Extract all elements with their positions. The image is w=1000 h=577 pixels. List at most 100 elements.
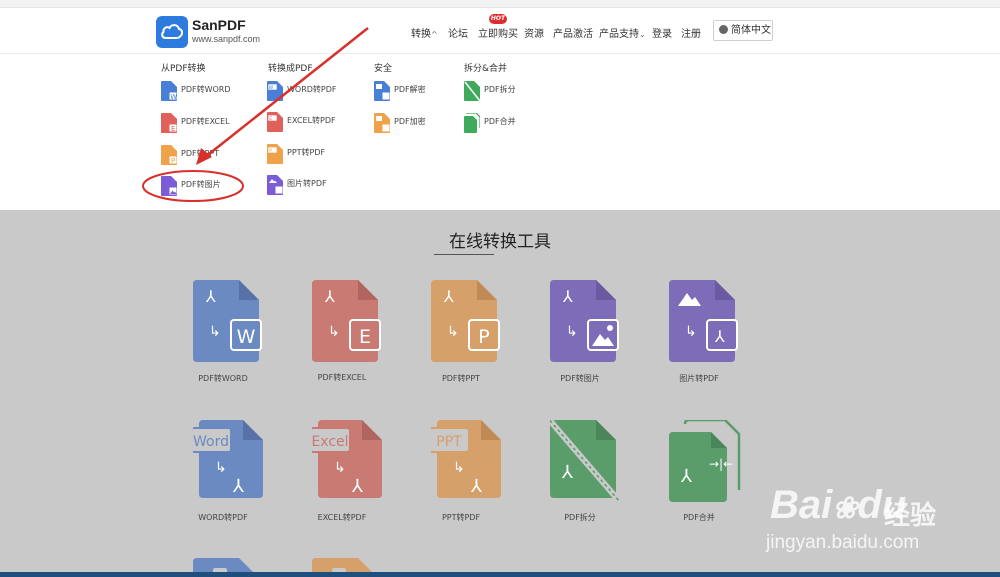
- paw-icon: ❀: [832, 492, 858, 525]
- unlock-icon: [374, 81, 390, 101]
- hot-badge: HOT: [489, 14, 507, 24]
- ppt-to-pdf-icon: P: [267, 144, 283, 164]
- tool-label: PDF拆分: [564, 513, 596, 522]
- nav-support[interactable]: 产品支持⌄: [599, 25, 646, 40]
- menu-label: WORD转PDF: [287, 85, 337, 94]
- tool-badge: E: [359, 326, 371, 348]
- nav-login[interactable]: 登录: [652, 25, 672, 40]
- nav-resources[interactable]: 资源: [524, 25, 544, 40]
- svg-text:⅄: ⅄: [205, 287, 216, 306]
- svg-text:⅄: ⅄: [714, 327, 725, 346]
- menu-label: 图片转PDF: [287, 179, 327, 188]
- tool-pdf-to-excel[interactable]: ⅄ ↳ E PDF转EXCEL: [287, 280, 397, 390]
- svg-text:↳: ↳: [328, 324, 340, 340]
- globe-icon: [719, 25, 728, 34]
- logo-url: www.sanpdf.com: [192, 34, 261, 44]
- tool-label: EXCEL转PDF: [317, 513, 367, 522]
- tool-pdf-to-word[interactable]: ⅄ ↳ W PDF转WORD: [168, 280, 278, 390]
- tool-pdf-to-image[interactable]: ⅄ ↳ PDF转图片: [525, 280, 635, 390]
- svg-text:↳: ↳: [453, 460, 465, 476]
- tool-pdf-to-ppt[interactable]: ⅄ ↳ P PDF转PPT: [406, 280, 516, 390]
- nav-activate[interactable]: 产品激活: [553, 25, 593, 40]
- image-to-pdf-icon: [267, 175, 283, 195]
- merge-icon: [464, 113, 480, 133]
- tool-word-to-pdf[interactable]: Word ↳ ⅄ WORD转PDF: [168, 420, 278, 530]
- svg-text:↳: ↳: [447, 324, 459, 340]
- tool-badge: Word: [193, 434, 229, 450]
- svg-text:⅄: ⅄: [562, 462, 574, 483]
- tool-label: PPT转PDF: [441, 513, 481, 522]
- word-to-pdf-icon: W: [267, 81, 283, 101]
- svg-text:↳: ↳: [334, 460, 346, 476]
- menu-label: PPT转PDF: [287, 148, 326, 157]
- col-title-split-merge: 拆分&合并: [464, 64, 508, 74]
- menu-label: PDF转PPT: [181, 149, 220, 158]
- svg-text:E: E: [269, 116, 272, 122]
- svg-text:→|←: →|←: [709, 457, 733, 471]
- ppt-to-pdf-icon: PPT ↳ ⅄: [431, 420, 501, 498]
- split-icon: [464, 81, 480, 101]
- tool-pdf-split[interactable]: ⅄ PDF拆分: [525, 420, 635, 530]
- convert-dropdown: 从PDF转换 转换成PDF 安全 拆分&合并 W PDF转WORD E PDF转…: [0, 54, 1000, 210]
- menu-label: EXCEL转PDF: [287, 116, 336, 125]
- tool-label: PDF转EXCEL: [317, 373, 367, 382]
- nav-forum[interactable]: 论坛: [448, 25, 468, 40]
- tool-ppt-to-pdf[interactable]: PPT ↳ ⅄ PPT转PDF: [406, 420, 516, 530]
- excel-to-pdf-icon: E: [267, 112, 283, 132]
- menu-label: PDF合并: [484, 117, 516, 126]
- section-title: 在线转换工具: [449, 232, 551, 252]
- pdf-to-image-icon: ⅄ ↳: [550, 280, 619, 362]
- split-icon: ⅄: [550, 420, 620, 502]
- nav-convert[interactable]: 转换^: [411, 25, 438, 40]
- nav-buy-now[interactable]: 立即购买: [478, 25, 518, 40]
- menu-label: PDF加密: [394, 117, 426, 126]
- tool-pdf-merge[interactable]: ⅄ →|← PDF合并: [644, 420, 754, 530]
- bottom-bar: [0, 572, 1000, 577]
- pdf-to-image-icon: [161, 176, 177, 196]
- top-strip: [0, 0, 1000, 8]
- svg-text:↳: ↳: [685, 324, 697, 340]
- pdf-to-word-icon: ⅄ ↳ W: [193, 280, 262, 362]
- site-header: SanPDF www.sanpdf.com 转换^ 论坛 HOT 立即购买 资源…: [0, 8, 1000, 54]
- watermark-cn: 经验: [884, 501, 937, 531]
- svg-text:⅄: ⅄: [352, 476, 364, 497]
- svg-text:W: W: [170, 93, 177, 101]
- nav-register[interactable]: 注册: [681, 25, 701, 40]
- svg-text:↳: ↳: [209, 324, 221, 340]
- menu-label: PDF拆分: [484, 85, 516, 94]
- menu-label: PDF转EXCEL: [181, 117, 230, 126]
- svg-text:W: W: [269, 85, 274, 91]
- svg-text:⅄: ⅄: [562, 287, 573, 306]
- chevron-up-icon: ^: [431, 30, 438, 39]
- nav-support-label: 产品支持: [599, 29, 639, 40]
- pdf-to-excel-icon: E: [161, 113, 177, 133]
- pdf-to-ppt-icon: ⅄ ↳ P: [431, 280, 500, 362]
- tool-label: WORD转PDF: [198, 513, 248, 522]
- tool-image-to-pdf[interactable]: ↳ ⅄ 图片转PDF: [644, 280, 754, 390]
- watermark-url: jingyan.baidu.com: [766, 532, 920, 553]
- svg-text:E: E: [171, 125, 175, 133]
- language-button[interactable]: 简体中文: [713, 20, 773, 41]
- col-title-to-pdf: 转换成PDF: [268, 64, 313, 74]
- tool-label: PDF转WORD: [198, 374, 248, 383]
- watermark-brand-bai: Bai: [770, 483, 833, 527]
- excel-to-pdf-icon: Excel ↳ ⅄: [312, 420, 382, 498]
- tool-label: PDF转图片: [560, 374, 600, 383]
- logo-icon[interactable]: [156, 16, 188, 48]
- menu-label: PDF解密: [394, 85, 426, 94]
- svg-text:P: P: [269, 148, 272, 154]
- merge-icon: ⅄ →|←: [669, 420, 741, 502]
- col-title-from-pdf: 从PDF转换: [161, 64, 206, 74]
- tool-badge: Excel: [312, 434, 349, 450]
- logo-name[interactable]: SanPDF: [192, 17, 246, 33]
- svg-text:⅄: ⅄: [471, 476, 483, 497]
- chevron-down-icon: ⌄: [639, 30, 646, 39]
- svg-text:↳: ↳: [215, 460, 227, 476]
- svg-text:⅄: ⅄: [324, 287, 335, 306]
- nav-convert-label: 转换: [411, 29, 431, 40]
- tool-badge: W: [237, 326, 256, 348]
- tool-badge: PPT: [436, 434, 462, 450]
- image-to-pdf-icon: ↳ ⅄: [669, 280, 738, 362]
- tool-excel-to-pdf[interactable]: Excel ↳ ⅄ EXCEL转PDF: [287, 420, 397, 530]
- col-title-security: 安全: [374, 64, 393, 74]
